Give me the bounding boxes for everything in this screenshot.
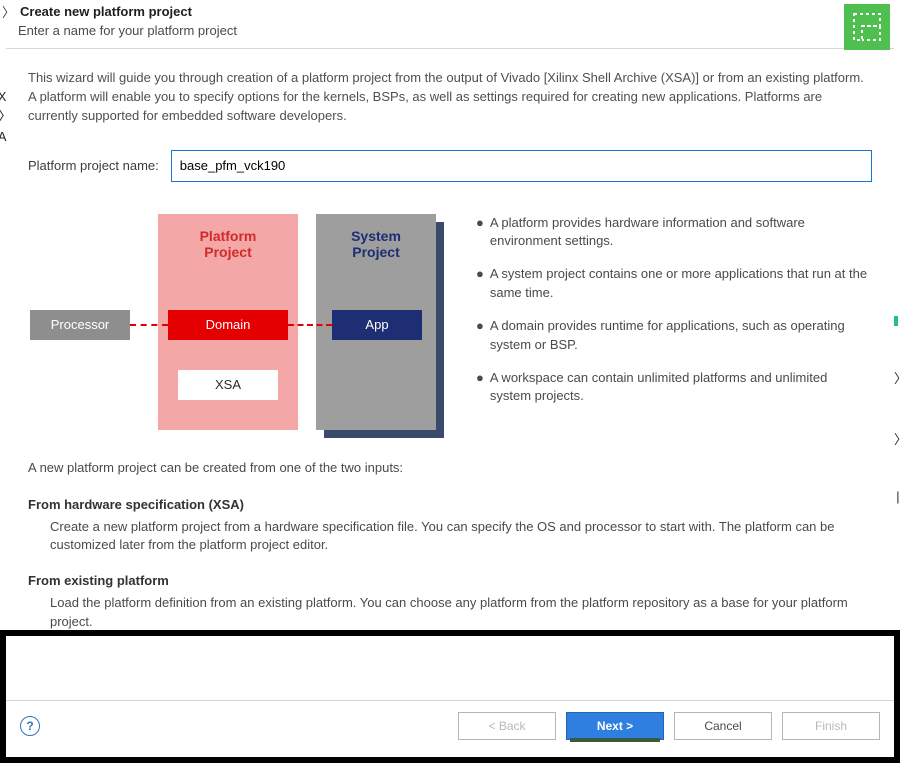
dash-connector-1 [130,324,168,326]
processor-box: Processor [30,310,130,340]
finish-button[interactable]: Finish [782,712,880,740]
list-item: ●A system project contains one or more a… [476,265,872,303]
dash-connector-2 [288,324,332,326]
bullet-text: A system project contains one or more ap… [490,265,872,303]
logo-icon [844,4,890,50]
bullet-text: A workspace can contain unlimited platfo… [490,369,872,407]
cancel-button[interactable]: Cancel [674,712,772,740]
xsa-box: XSA [178,370,278,400]
platform-title-l1: Platform [200,228,257,244]
help-icon[interactable]: ? [20,716,40,736]
wizard-subtitle: Enter a name for your platform project [18,23,890,38]
frame-border [0,757,900,763]
left-gutter-marks: X〉A [0,88,12,148]
wizard-description: This wizard will guide you through creat… [28,69,872,126]
system-title-l1: System [351,228,401,244]
project-name-input[interactable] [171,150,872,182]
section-xsa-body: Create a new platform project from a har… [50,518,872,556]
wizard-button-bar: ? < Back Next > Cancel Finish [6,700,894,751]
chevron-icon: 〉 [2,2,15,21]
wizard-title: Create new platform project [20,4,890,19]
list-item: ●A workspace can contain unlimited platf… [476,369,872,407]
app-box: App [332,310,422,340]
list-item: ●A platform provides hardware informatio… [476,214,872,252]
architecture-diagram: Processor Platform Project Domain XSA Sy… [28,214,448,436]
next-button[interactable]: Next > [566,712,664,740]
domain-box: Domain [168,310,288,340]
diagram-and-bullets: Processor Platform Project Domain XSA Sy… [28,214,872,436]
system-title-l2: Project [352,244,399,260]
project-name-label: Platform project name: [28,158,159,173]
wizard-window: 〉 Create new platform project Enter a na… [0,0,900,763]
section-existing-body: Load the platform definition from an exi… [50,594,872,632]
info-bullet-list: ●A platform provides hardware informatio… [476,214,872,421]
project-name-row: Platform project name: [28,150,872,182]
section-xsa-heading: From hardware specification (XSA) [28,497,872,512]
right-gutter-marks: 〉 〉 | [894,316,900,505]
frame-border [0,630,900,636]
inputs-intro: A new platform project can be created fr… [28,460,872,475]
wizard-header: 〉 Create new platform project Enter a na… [0,0,900,48]
bullet-text: A platform provides hardware information… [490,214,872,252]
platform-title-l2: Project [204,244,251,260]
bullet-text: A domain provides runtime for applicatio… [490,317,872,355]
section-existing-heading: From existing platform [28,573,872,588]
back-button[interactable]: < Back [458,712,556,740]
list-item: ●A domain provides runtime for applicati… [476,317,872,355]
frame-border [894,636,900,763]
wizard-body: This wizard will guide you through creat… [0,49,900,632]
